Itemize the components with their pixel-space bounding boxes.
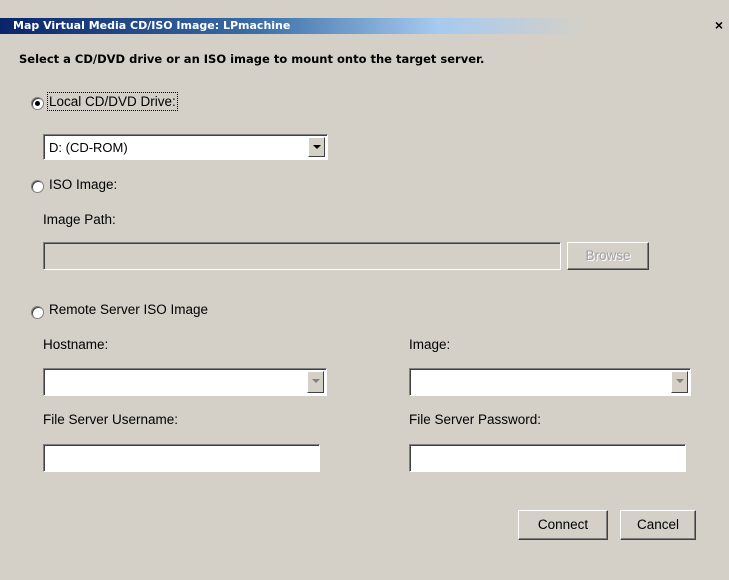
password-input[interactable] [409,444,686,472]
chevron-down-icon[interactable] [307,371,324,393]
remote-iso-radio[interactable] [31,306,44,319]
image-path-input[interactable] [43,242,561,270]
image-path-label: Image Path: [43,212,116,227]
username-label: File Server Username: [43,412,179,427]
chevron-down-icon[interactable] [671,371,688,393]
password-label: File Server Password: [409,412,542,427]
hostname-label: Hostname: [43,337,109,352]
browse-button[interactable]: Browse [567,242,649,270]
remote-iso-label[interactable]: Remote Server ISO Image [49,302,208,317]
username-input[interactable] [43,444,320,472]
local-drive-radio[interactable] [31,97,44,110]
image-select[interactable] [409,368,691,396]
window-title: Map Virtual Media CD/ISO Image: LPmachin… [13,19,291,32]
cancel-button[interactable]: Cancel [620,510,696,540]
hostname-select[interactable] [43,368,327,396]
iso-image-label[interactable]: ISO Image: [49,177,117,192]
close-icon[interactable]: × [711,17,727,33]
iso-image-radio[interactable] [31,180,44,193]
chevron-down-icon[interactable] [308,137,325,157]
image-label: Image: [409,337,451,352]
connect-button[interactable]: Connect [518,510,608,540]
local-drive-value: D: (CD-ROM) [49,140,128,155]
local-drive-select[interactable]: D: (CD-ROM) [43,134,328,160]
instruction-text: Select a CD/DVD drive or an ISO image to… [19,52,485,66]
local-drive-label[interactable]: Local CD/DVD Drive: [47,92,178,111]
